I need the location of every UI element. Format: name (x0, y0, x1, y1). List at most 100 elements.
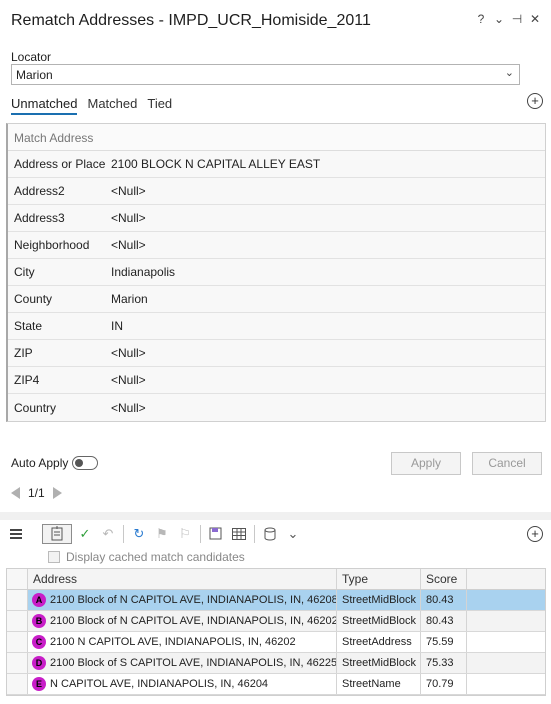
field-label: County (14, 292, 53, 306)
candidate-marker-icon: C (32, 635, 46, 649)
cell-type[interactable]: StreetMidBlock (337, 611, 421, 631)
previous-icon[interactable] (11, 487, 20, 499)
cell-address[interactable]: C 2100 N CAPITOL AVE, INDIANAPOLIS, IN, 4… (28, 632, 337, 652)
field-label: Address2 (14, 184, 65, 198)
candidate-marker-icon: E (32, 677, 46, 691)
cell-address[interactable]: B 2100 Block of N CAPITOL AVE, INDIANAPOL… (28, 611, 337, 631)
field-row[interactable]: State IN (8, 313, 545, 340)
auto-apply-toggle[interactable] (72, 456, 99, 470)
locator-label: Locator (11, 50, 52, 64)
next-icon[interactable] (52, 487, 62, 499)
chevron-down-icon[interactable]: ⌄ (283, 524, 303, 544)
add-icon[interactable]: + (527, 93, 543, 109)
close-icon[interactable]: ✕ (529, 12, 541, 26)
field-row[interactable]: Neighborhood <Null> (8, 232, 545, 259)
reset-button[interactable]: Cancel (472, 452, 542, 475)
locator-value: Marion (16, 68, 53, 82)
table-row[interactable]: C 2100 N CAPITOL AVE, INDIANAPOLIS, IN, 4… (7, 632, 545, 653)
address-text: 2100 N CAPITOL AVE, INDIANAPOLIS, IN, 46… (50, 636, 296, 648)
row-handle[interactable] (7, 653, 28, 673)
row-handle[interactable] (7, 632, 28, 652)
table-row[interactable]: D 2100 Block of S CAPITOL AVE, INDIANAPOL… (7, 653, 545, 674)
field-value[interactable]: Indianapolis (111, 265, 175, 279)
column-header-type[interactable]: Type (337, 569, 421, 589)
field-row[interactable]: City Indianapolis (8, 259, 545, 286)
apply-button[interactable]: Apply (391, 452, 461, 475)
cell-score[interactable]: 75.59 (421, 632, 467, 652)
field-value[interactable]: <Null> (111, 184, 146, 198)
field-value[interactable]: <Null> (111, 211, 146, 225)
field-row[interactable]: Address2 <Null> (8, 178, 545, 205)
cell-address[interactable]: D 2100 Block of S CAPITOL AVE, INDIANAPOL… (28, 653, 337, 673)
cell-score[interactable]: 80.43 (421, 590, 467, 610)
cell-score[interactable]: 75.33 (421, 653, 467, 673)
row-handle[interactable] (7, 674, 28, 694)
field-row[interactable]: Address3 <Null> (8, 205, 545, 232)
field-row[interactable]: ZIP <Null> (8, 340, 545, 367)
field-value[interactable]: Marion (111, 292, 148, 306)
cell-empty (467, 590, 545, 610)
field-row[interactable]: Address or Place 2100 BLOCK N CAPITAL ALL… (8, 151, 545, 178)
address-text: 2100 Block of N CAPITOL AVE, INDIANAPOLI… (50, 615, 337, 627)
tab-tied[interactable]: Tied (147, 96, 172, 115)
candidate-marker-icon: A (32, 593, 46, 607)
cell-score[interactable]: 80.43 (421, 611, 467, 631)
menu-icon[interactable] (6, 524, 26, 544)
column-header-score[interactable]: Score (421, 569, 467, 589)
cell-empty (467, 632, 545, 652)
table-icon[interactable] (229, 524, 249, 544)
cell-empty (467, 611, 545, 631)
cell-address[interactable]: E N CAPITOL AVE, INDIANAPOLIS, IN, 46204 (28, 674, 337, 694)
cell-type[interactable]: StreetAddress (337, 632, 421, 652)
cell-type[interactable]: StreetName (337, 674, 421, 694)
auto-apply-control: Auto Apply (11, 456, 99, 470)
separator (123, 525, 124, 543)
cached-candidates-option[interactable]: Display cached match candidates (48, 550, 245, 564)
save-edit-icon[interactable] (206, 524, 226, 544)
unmatch-icon[interactable]: ↶ (98, 524, 118, 544)
cell-type[interactable]: StreetMidBlock (337, 653, 421, 673)
field-row[interactable]: County Marion (8, 286, 545, 313)
cell-address[interactable]: A 2100 Block of N CAPITOL AVE, INDIANAPOL… (28, 590, 337, 610)
tab-bar: Unmatched Matched Tied (11, 96, 172, 115)
flag-icon[interactable]: ⚑ (152, 524, 172, 544)
field-value[interactable]: <Null> (111, 346, 146, 360)
locator-dropdown[interactable]: Marion ⌄ (11, 64, 520, 85)
pick-address-icon[interactable] (42, 524, 72, 544)
field-value[interactable]: 2100 BLOCK N CAPITAL ALLEY EAST (111, 157, 320, 171)
field-row[interactable]: ZIP4 <Null> (8, 367, 545, 394)
cell-empty (467, 653, 545, 673)
database-icon[interactable] (260, 524, 280, 544)
chevron-down-icon: ⌄ (504, 67, 514, 79)
flag-return-icon[interactable]: ⚐ (175, 524, 195, 544)
check-icon[interactable]: ✓ (75, 524, 95, 544)
table-row[interactable]: A 2100 Block of N CAPITOL AVE, INDIANAPOL… (7, 590, 545, 611)
help-icon[interactable]: ? (475, 12, 487, 26)
field-value[interactable]: <Null> (111, 401, 146, 415)
cell-type[interactable]: StreetMidBlock (337, 590, 421, 610)
field-value[interactable]: <Null> (111, 373, 146, 387)
cached-label: Display cached match candidates (66, 550, 245, 564)
options-chevron-icon[interactable]: ⌄ (493, 12, 505, 26)
field-value[interactable]: <Null> (111, 238, 146, 252)
table-row[interactable]: EN CAPITOL AVE, INDIANAPOLIS, IN, 46204 … (7, 674, 545, 695)
column-header-address[interactable]: Address (28, 569, 337, 589)
candidates-toolbar: ✓ ↶ ↻ ⚑ ⚐ ⌄ (6, 523, 303, 545)
field-value[interactable]: IN (111, 319, 123, 333)
match-address-table: Match Address Address or Place 2100 BLOCK… (6, 123, 546, 422)
pin-icon[interactable]: ⊣ (511, 12, 523, 26)
tab-matched[interactable]: Matched (87, 96, 137, 115)
cell-score[interactable]: 70.79 (421, 674, 467, 694)
table-row[interactable]: B 2100 Block of N CAPITOL AVE, INDIANAPOL… (7, 611, 545, 632)
address-text: N CAPITOL AVE, INDIANAPOLIS, IN, 46204 (50, 678, 269, 690)
tab-unmatched[interactable]: Unmatched (11, 96, 78, 115)
row-handle[interactable] (7, 611, 28, 631)
field-row[interactable]: Country <Null> (8, 394, 545, 421)
add-candidate-icon[interactable]: + (527, 526, 543, 542)
cached-checkbox[interactable] (48, 551, 60, 563)
field-label: Address3 (14, 211, 65, 225)
refresh-icon[interactable]: ↻ (129, 524, 149, 544)
separator (200, 525, 201, 543)
row-handle[interactable] (7, 590, 28, 610)
